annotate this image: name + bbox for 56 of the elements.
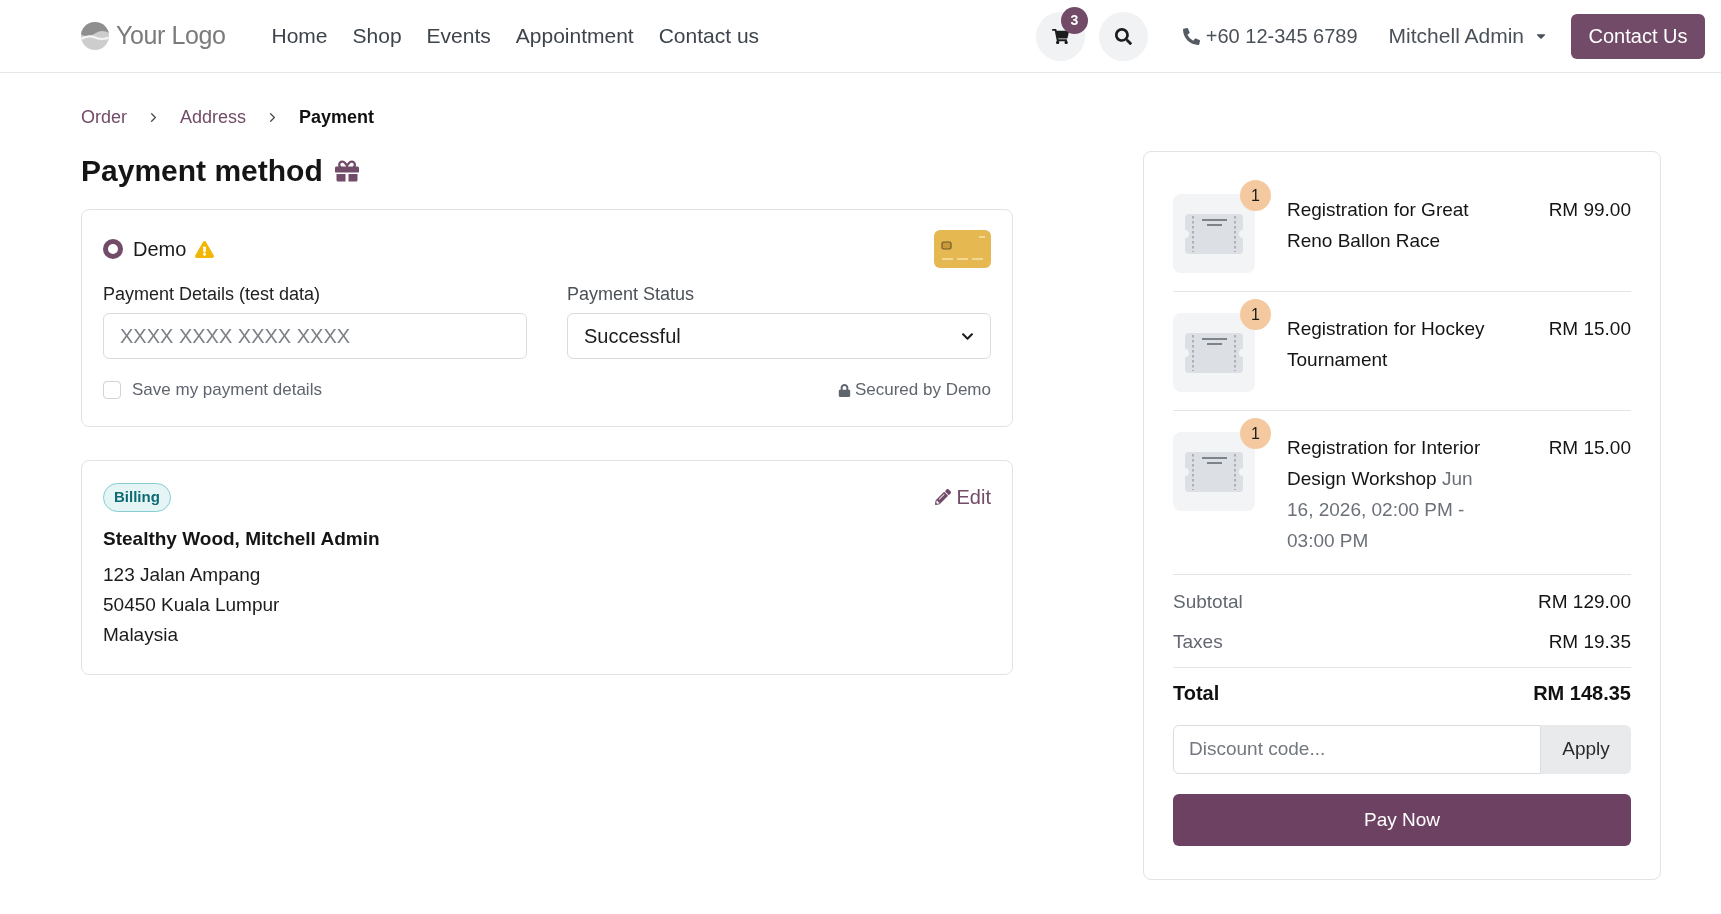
billing-tag: Billing <box>103 482 171 512</box>
logo-icon <box>81 22 109 50</box>
item-title: Registration for Great Reno Ballon Race <box>1287 198 1470 253</box>
breadcrumb-link[interactable]: Order <box>81 103 127 131</box>
contact-us-button[interactable]: Contact Us <box>1571 13 1705 59</box>
search-icon <box>1114 27 1132 45</box>
edit-link[interactable]: Edit <box>934 482 991 512</box>
user-menu[interactable]: Mitchell Admin <box>1388 20 1548 52</box>
item-title: Registration for Interior Design Workshop Jun 16, 2026, 02:00 PM - 03:00 PM <box>1287 436 1482 553</box>
radio-button[interactable] <box>103 239 123 259</box>
gift-icon <box>334 159 359 183</box>
item-price: RM 15.00 <box>1548 436 1631 460</box>
summary-value: RM 129.00 <box>1538 589 1631 614</box>
billing-name: Stealthy Wood, Mitchell Admin <box>103 527 381 551</box>
summary-label: Subtotal <box>1173 589 1243 614</box>
nav-link[interactable]: Home <box>271 20 328 52</box>
nav-link[interactable]: Contact us <box>658 20 760 52</box>
pay-now-button[interactable]: Pay Now <box>1173 794 1631 846</box>
field-label: Payment Details (test data) <box>103 284 322 304</box>
item-price: RM 15.00 <box>1548 317 1631 341</box>
address-line: Malaysia <box>103 623 179 647</box>
cart-icon <box>1051 27 1069 45</box>
checkbox[interactable] <box>103 381 121 399</box>
cart-count-badge: 3 <box>1060 6 1088 34</box>
summary-value: RM 19.35 <box>1548 629 1631 654</box>
checkbox-label: Save my payment details <box>132 379 322 402</box>
credit-card-icon <box>934 230 991 268</box>
nav-link[interactable]: Shop <box>352 20 402 52</box>
item-title: Registration for Hockey Tournament <box>1287 317 1486 372</box>
quantity-badge: 1 <box>1240 180 1271 211</box>
breadcrumb-link[interactable]: Address <box>180 103 247 131</box>
summary-label: Taxes <box>1173 629 1223 654</box>
status-select[interactable]: Successful <box>567 313 991 359</box>
warning-icon <box>195 239 215 259</box>
total-label: Total <box>1173 681 1220 706</box>
secured-note: Secured by Demo <box>854 379 991 402</box>
apply-button[interactable]: Apply <box>1541 725 1631 774</box>
total-value: RM 148.35 <box>1533 681 1631 706</box>
nav-link[interactable]: Appointment <box>515 20 634 52</box>
item-price: RM 99.00 <box>1548 198 1631 222</box>
discount-code-input[interactable]: Discount code... <box>1173 725 1541 774</box>
breadcrumb-current: Payment <box>299 105 375 129</box>
payment-method-name: Demo <box>133 237 187 262</box>
pencil-icon <box>934 489 951 505</box>
card-number-input[interactable]: XXXX XXXX XXXX XXXX <box>103 313 527 359</box>
field-label: Payment Status <box>567 284 696 304</box>
nav-link[interactable]: Events <box>426 20 491 52</box>
page-title: Payment method <box>81 153 323 189</box>
phone-number[interactable]: +60 12-345 6789 <box>1205 21 1358 51</box>
address-line: 50450 Kuala Lumpur <box>103 593 281 617</box>
logo-text: Your Logo <box>116 20 226 52</box>
phone-icon <box>1182 27 1200 45</box>
quantity-badge: 1 <box>1240 418 1271 449</box>
quantity-badge: 1 <box>1240 299 1271 330</box>
lock-icon <box>837 383 851 397</box>
address-line: 123 Jalan Ampang <box>103 563 262 587</box>
